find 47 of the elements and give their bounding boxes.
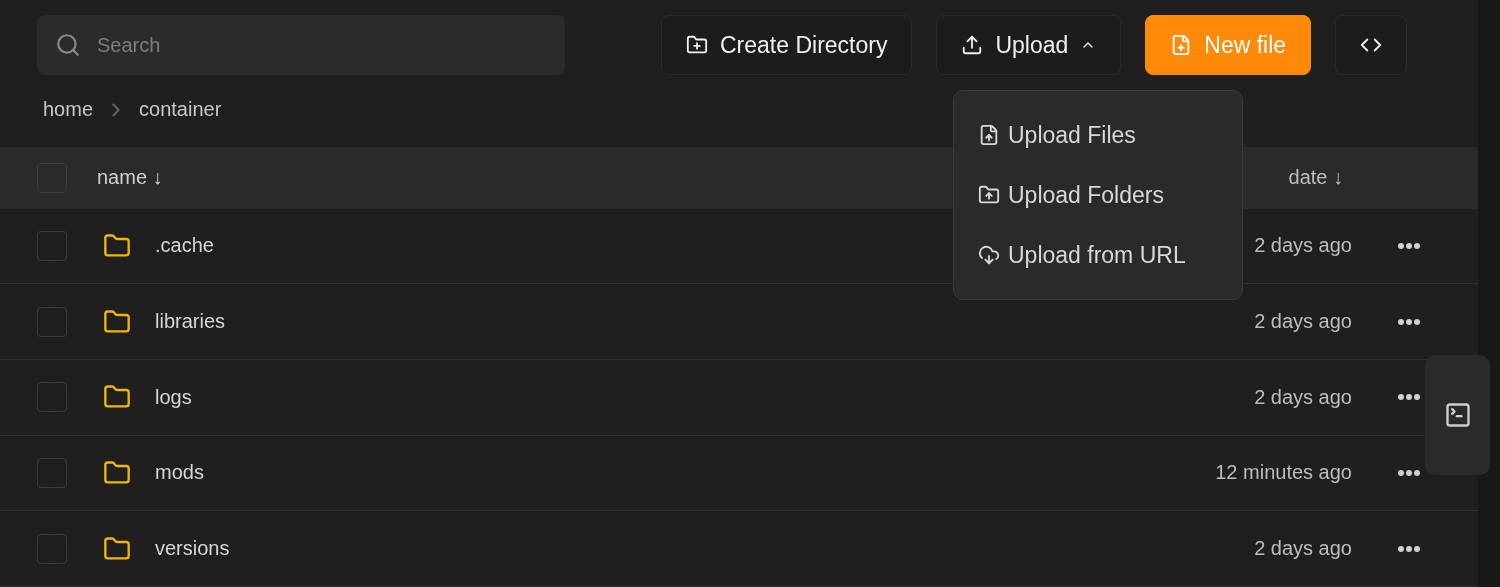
more-button[interactable] <box>1398 318 1420 325</box>
folder-icon <box>103 307 131 336</box>
row-checkbox[interactable] <box>37 533 67 564</box>
file-name[interactable]: libraries <box>155 310 226 334</box>
row-checkbox[interactable] <box>37 230 67 261</box>
upload-icon <box>961 34 984 56</box>
row-checkbox[interactable] <box>37 457 67 488</box>
file-name[interactable]: versions <box>155 537 230 561</box>
menu-item[interactable]: Upload from URL <box>954 225 1242 285</box>
modified-date: 2 days ago <box>1254 310 1352 334</box>
more-button[interactable] <box>1398 545 1420 552</box>
row-checkbox[interactable] <box>37 382 67 413</box>
code-button[interactable] <box>1335 15 1408 75</box>
more-icon <box>1398 394 1420 401</box>
folder-icon <box>103 458 131 487</box>
breadcrumb-link[interactable]: container <box>139 98 222 122</box>
search-icon <box>55 32 81 58</box>
search-field[interactable]: Search <box>37 15 565 75</box>
more-icon <box>1398 469 1420 476</box>
modified-date: 2 days ago <box>1254 234 1352 258</box>
more-icon <box>1398 318 1420 325</box>
terminal-button[interactable] <box>1425 355 1490 475</box>
file-name[interactable]: .cache <box>155 234 214 258</box>
cloud-download-icon <box>978 244 1000 266</box>
folder-icon <box>103 231 131 260</box>
modified-date: 12 minutes ago <box>1215 461 1352 485</box>
file-upload-icon <box>978 124 1000 146</box>
terminal-icon <box>1443 401 1472 429</box>
more-button[interactable] <box>1398 242 1420 249</box>
create-button[interactable]: Create Directory <box>661 15 913 75</box>
more-button[interactable] <box>1398 469 1420 476</box>
modified-date: 2 days ago <box>1254 385 1352 409</box>
modified-date: 2 days ago <box>1254 537 1352 561</box>
folder-icon <box>103 534 131 563</box>
folder-plus-icon <box>686 34 708 56</box>
more-icon <box>1398 242 1420 249</box>
more-icon <box>1398 545 1420 552</box>
more-button[interactable] <box>1398 394 1420 401</box>
breadcrumb-link[interactable]: home <box>43 98 94 122</box>
upload-button[interactable]: Upload <box>936 15 1122 75</box>
folder-upload-icon <box>978 184 1000 206</box>
menu-item[interactable]: Upload Files <box>954 105 1242 165</box>
file-name[interactable]: mods <box>155 461 204 485</box>
row-checkbox[interactable] <box>37 306 67 337</box>
file-name[interactable]: logs <box>155 385 192 409</box>
column-header[interactable]: date ↓ <box>1288 166 1343 190</box>
menu-item[interactable]: Upload Folders <box>954 165 1242 225</box>
